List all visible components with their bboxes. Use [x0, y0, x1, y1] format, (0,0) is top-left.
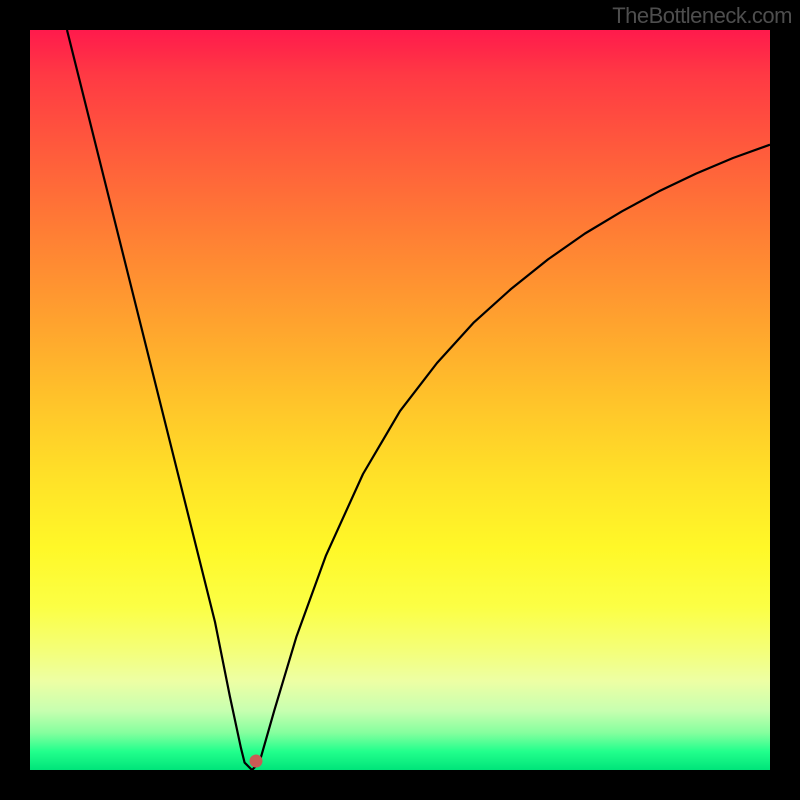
bottleneck-curve [30, 30, 770, 770]
plot-area [30, 30, 770, 770]
watermark-text: TheBottleneck.com [612, 3, 792, 29]
chart-frame: TheBottleneck.com [0, 0, 800, 800]
minimum-marker [249, 755, 262, 768]
